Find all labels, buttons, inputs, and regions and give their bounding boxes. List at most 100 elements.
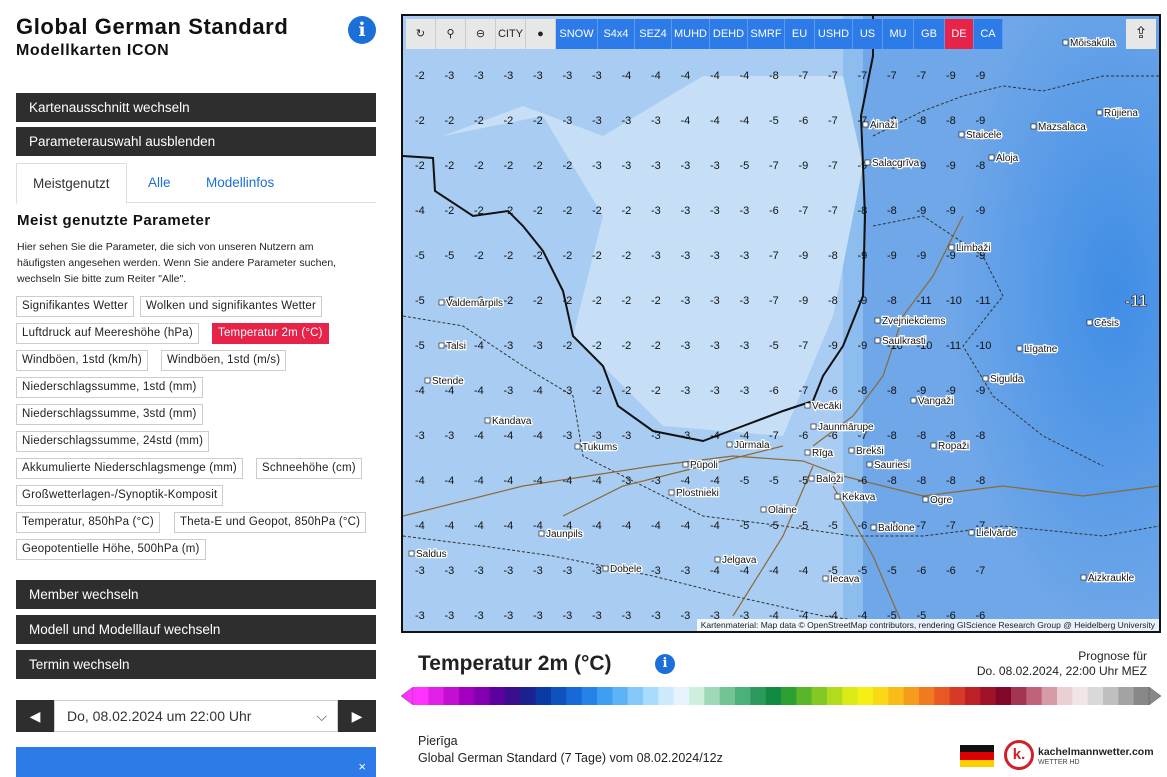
chip-luftdruck[interactable]: Luftdruck auf Meereshöhe (hPa)	[16, 323, 199, 344]
colorbar-swatch	[765, 687, 782, 705]
city-label: Mõisaküla	[1070, 38, 1115, 49]
model-button-us[interactable]: US	[853, 19, 883, 49]
temperature-value: -2	[504, 295, 514, 307]
parameterauswahl-button[interactable]: Parameterauswahl ausblenden	[16, 127, 376, 156]
next-arrow-icon[interactable]: ▶	[338, 700, 376, 732]
prognose-label: Prognose für	[1078, 649, 1147, 663]
chip-akkumulierte[interactable]: Akkumulierte Niederschlagsmenge (mm)	[16, 458, 243, 479]
temperature-value: -2	[504, 250, 514, 262]
temperature-value: -4	[474, 520, 484, 532]
colorbar-swatch	[566, 687, 583, 705]
temperature-value: -3	[592, 70, 602, 82]
temperature-value: -9	[976, 70, 986, 82]
map-view[interactable]: -2 -3 -3 -3 -3 -3 -3 -4 -4 -4 -4 -4 -8 -7 -7 -7 -7 -7 -9 -9…	[401, 14, 1161, 633]
temperature-value: -7	[887, 70, 897, 82]
model-button-ca[interactable]: CA	[974, 19, 1003, 49]
model-info: Global German Standard (7 Tage) vom 08.0…	[418, 751, 723, 765]
tab-alle[interactable]: Alle	[132, 163, 187, 204]
chip-windboeen-kmh[interactable]: Windböen, 1std (km/h)	[16, 350, 148, 371]
temperature-value: -3	[563, 115, 573, 127]
temperature-value: -3	[651, 115, 661, 127]
temperature-value: -3	[592, 115, 602, 127]
temperature-value: -5	[740, 520, 750, 532]
chip-signifikantes-wetter[interactable]: Signifikantes Wetter	[16, 296, 135, 317]
chip-geopotentielle[interactable]: Geopotentielle Höhe, 500hPa (m)	[16, 539, 206, 560]
temperature-value: -4	[504, 475, 514, 487]
temperature-value: -7	[828, 160, 838, 172]
model-button-muhd[interactable]: MUHD	[672, 19, 710, 49]
brand-name[interactable]: kachelmannwetter.com	[1038, 746, 1154, 758]
model-button-smrf[interactable]: SMRF	[748, 19, 785, 49]
city-marker	[1016, 345, 1023, 352]
temperature-value: -5	[828, 520, 838, 532]
temperature-value: -8	[917, 115, 927, 127]
member-button[interactable]: Member wechseln	[16, 580, 376, 609]
temperature-value: -7	[828, 205, 838, 217]
prev-arrow-icon[interactable]: ◀	[16, 700, 54, 732]
temperature-map[interactable]: -2 -3 -3 -3 -3 -3 -3 -4 -4 -4 -4 -4 -8 -7 -7 -7 -7 -7 -9 -9…	[403, 16, 1159, 631]
temperature-value: -3	[710, 250, 720, 262]
model-button-eu[interactable]: EU	[785, 19, 815, 49]
city-label: Rīga	[812, 448, 834, 459]
chip-grosswetterlagen[interactable]: Großwetterlagen-/Synoptik-Komposit	[16, 485, 224, 506]
ad-banner[interactable]: ×	[16, 747, 376, 777]
legend-info-icon[interactable]: i	[655, 654, 675, 674]
chip-schneehoehe[interactable]: Schneehöhe (cm)	[256, 458, 362, 479]
kachelmann-logo-icon[interactable]: k.	[1004, 740, 1034, 770]
city-icon[interactable]: CITY	[496, 19, 526, 49]
model-button-gb[interactable]: GB	[914, 19, 945, 49]
chip-windboeen-ms[interactable]: Windböen, 1std (m/s)	[161, 350, 287, 371]
zoom-out-icon[interactable]: ⊖	[466, 19, 496, 49]
chip-temperatur-2m[interactable]: Temperatur 2m (°C)	[212, 323, 329, 344]
model-button-sez4[interactable]: SEZ4	[635, 19, 672, 49]
chip-niederschlag-1std[interactable]: Niederschlagssumme, 1std (mm)	[16, 377, 203, 398]
colorbar-swatch	[643, 687, 659, 705]
temperature-value: -2	[533, 115, 543, 127]
kartenausschnitt-button[interactable]: Kartenausschnitt wechseln	[16, 93, 376, 122]
temperature-value: -8	[828, 250, 838, 262]
close-icon[interactable]: ×	[358, 759, 366, 774]
share-icon[interactable]: ⇪	[1126, 19, 1156, 49]
colorbar-swatch	[489, 687, 506, 705]
chip-niederschlag-3std[interactable]: Niederschlagssumme, 3std (mm)	[16, 404, 203, 425]
city-marker	[834, 493, 841, 500]
temperature-value: -8	[976, 160, 986, 172]
chip-temperatur-850[interactable]: Temperatur, 850hPa (°C)	[16, 512, 160, 533]
reload-icon[interactable]: ↻	[406, 19, 436, 49]
model-button-mu[interactable]: MU	[883, 19, 914, 49]
tab-modellinfos[interactable]: Modellinfos	[190, 163, 290, 204]
temperature-value: -4	[445, 475, 455, 487]
temperature-value: -6	[858, 475, 868, 487]
colorbar-swatch	[888, 687, 905, 705]
info-icon[interactable]: i	[348, 16, 376, 44]
marker-icon[interactable]: ●	[526, 19, 556, 49]
temperature-value: -8	[887, 475, 897, 487]
temperature-value: -5	[740, 475, 750, 487]
date-select[interactable]: Do, 08.02.2024 um 22:00 Uhr ⌵	[54, 700, 338, 732]
temperature-value: -9	[946, 160, 956, 172]
temperature-value: -3	[622, 610, 632, 622]
temperature-value: -7	[769, 430, 779, 442]
model-button-s4x4[interactable]: S4x4	[598, 19, 635, 49]
chip-niederschlag-24std[interactable]: Niederschlagssumme, 24std (mm)	[16, 431, 210, 452]
temperature-value: -3	[445, 70, 455, 82]
chip-theta-e[interactable]: Theta-E und Geopot, 850hPa (°C)	[174, 512, 367, 533]
model-button-de[interactable]: DE	[945, 19, 974, 49]
modell-button[interactable]: Modell und Modelllauf wechseln	[16, 615, 376, 644]
temperature-value: -3	[681, 610, 691, 622]
temperature-value: -2	[474, 205, 484, 217]
model-button-snow[interactable]: SNOW	[556, 19, 598, 49]
tab-meistgenutzt[interactable]: Meistgenutzt	[16, 163, 127, 204]
temperature-value: -9	[946, 205, 956, 217]
temperature-value: -3	[592, 565, 602, 577]
colorbar-swatch	[796, 687, 813, 705]
location-pin-icon[interactable]: ⚲	[436, 19, 466, 49]
model-button-ushd[interactable]: USHD	[815, 19, 853, 49]
colorbar-swatch	[934, 687, 951, 705]
temperature-value: -4	[415, 520, 425, 532]
city-label: Sauriesi	[874, 460, 910, 471]
chip-wolken[interactable]: Wolken und signifikantes Wetter	[140, 296, 323, 317]
termin-button[interactable]: Termin wechseln	[16, 650, 376, 679]
temperature-value: -3	[651, 430, 661, 442]
model-button-dehd[interactable]: DEHD	[710, 19, 748, 49]
